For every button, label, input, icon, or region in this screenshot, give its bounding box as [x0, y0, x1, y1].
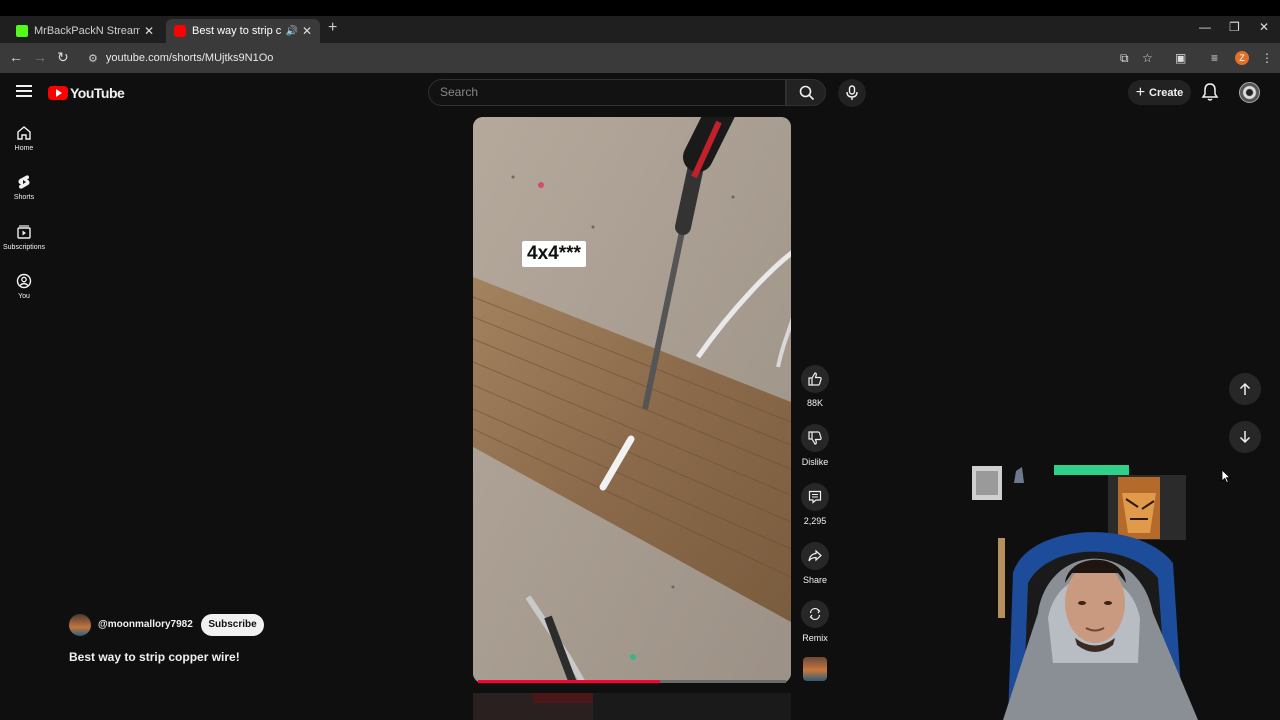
tab-title: MrBackPackN Stream - Watch Live — [34, 25, 140, 37]
close-tab-icon[interactable]: ✕ — [302, 24, 312, 38]
comment-icon — [808, 490, 822, 504]
video-progress-fill — [478, 680, 660, 683]
arrow-down-icon — [1239, 431, 1251, 444]
window-close-icon[interactable]: ✕ — [1259, 20, 1269, 34]
sound-source-thumbnail[interactable] — [803, 657, 827, 681]
site-info-icon[interactable]: ⚙ — [88, 52, 98, 65]
minimize-icon[interactable]: — — [1199, 20, 1211, 34]
youtube-logo[interactable]: YouTube — [48, 85, 125, 101]
create-button[interactable]: + Create — [1128, 80, 1191, 105]
thumbs-down-icon — [808, 431, 822, 445]
arrow-up-icon — [1239, 382, 1251, 395]
tab-youtube-short[interactable]: Best way to strip copper wire! 🔊 ✕ — [166, 19, 320, 43]
dislike-label: Dislike — [801, 457, 829, 467]
video-frame-image — [473, 117, 791, 683]
next-short-preview[interactable] — [473, 693, 791, 720]
search-button[interactable] — [786, 79, 826, 106]
address-bar-row: ← → ↻ ⚙ youtube.com/shorts/MUjtks9N1Oo ⧉… — [0, 43, 1280, 73]
reload-icon[interactable]: ↻ — [57, 49, 69, 66]
next-video-button[interactable] — [1229, 421, 1261, 453]
mouse-cursor-icon — [1221, 469, 1231, 484]
youtube-play-icon — [48, 86, 68, 100]
remix-label: Remix — [802, 633, 828, 643]
voice-search-button[interactable] — [838, 79, 866, 107]
bookmark-star-icon[interactable]: ☆ — [1142, 51, 1153, 65]
screen-top-edge — [0, 0, 1280, 16]
close-tab-icon[interactable]: ✕ — [144, 24, 154, 38]
media-controls-icon[interactable]: ≡ — [1211, 51, 1218, 65]
video-overlay-text: 4x4*** — [522, 241, 586, 267]
plus-icon: + — [1135, 83, 1146, 101]
share-label: Share — [802, 575, 828, 585]
account-avatar[interactable] — [1239, 82, 1260, 103]
browser-menu-icon[interactable]: ⋮ — [1261, 51, 1273, 65]
webcam-image — [968, 463, 1230, 720]
omnibox[interactable]: ⚙ youtube.com/shorts/MUjtks9N1Oo — [80, 46, 1140, 70]
restore-icon[interactable]: ❐ — [1229, 20, 1240, 34]
next-short-frame-image — [473, 693, 791, 720]
sidebar-item-you[interactable]: You — [0, 273, 48, 300]
streamer-webcam-overlay — [968, 463, 1230, 720]
remix-icon — [809, 607, 821, 621]
youtube-favicon-icon — [174, 25, 186, 37]
channel-avatar[interactable] — [69, 614, 91, 636]
speaker-icon[interactable]: 🔊 — [285, 26, 297, 37]
comment-count: 2,295 — [803, 516, 827, 526]
tab-title: Best way to strip copper wire! — [192, 25, 282, 37]
share-button[interactable]: Share — [797, 542, 833, 585]
sidebar-item-label: You — [18, 293, 30, 300]
notifications-bell-icon[interactable] — [1201, 82, 1219, 102]
browser-tab-strip: MrBackPackN Stream - Watch Live ✕ Best w… — [0, 16, 1280, 43]
shorts-icon — [18, 175, 30, 189]
youtube-header: YouTube Search + Create — [0, 73, 1280, 113]
sidebar-item-label: Home — [14, 145, 34, 152]
sidebar-item-label: Subscriptions — [2, 244, 46, 251]
share-icon — [808, 549, 822, 562]
channel-handle[interactable]: @moonmallory7982 — [98, 619, 193, 630]
subscribe-button[interactable]: Subscribe — [201, 614, 264, 636]
comments-button[interactable]: 2,295 — [797, 483, 833, 526]
like-count: 88K — [806, 398, 823, 408]
hamburger-menu-icon[interactable] — [16, 85, 32, 97]
kick-favicon-icon — [16, 25, 28, 37]
you-icon — [16, 273, 32, 289]
sidebar-item-home[interactable]: Home — [0, 125, 48, 152]
microphone-icon — [846, 85, 858, 100]
home-icon — [17, 126, 31, 140]
remix-button[interactable]: Remix — [797, 600, 833, 643]
thumbs-up-icon — [808, 372, 822, 386]
search-icon — [799, 85, 815, 101]
sidebar-item-subscriptions[interactable]: Subscriptions — [0, 224, 48, 251]
profile-avatar[interactable]: Z — [1235, 51, 1249, 65]
extensions-icon[interactable]: ▣ — [1175, 51, 1186, 65]
search-input[interactable]: Search — [428, 79, 786, 106]
previous-video-button[interactable] — [1229, 373, 1261, 405]
forward-icon[interactable]: → — [33, 49, 47, 65]
short-video-player[interactable] — [473, 117, 791, 683]
dislike-button[interactable]: Dislike — [797, 424, 833, 467]
new-tab-button[interactable]: + — [328, 19, 337, 37]
logo-text: YouTube — [70, 85, 125, 101]
back-icon[interactable]: ← — [9, 49, 23, 65]
sidebar-item-shorts[interactable]: Shorts — [0, 174, 48, 201]
sidebar-item-label: Shorts — [13, 194, 35, 201]
subscriptions-icon — [17, 225, 31, 239]
url-text: youtube.com/shorts/MUjtks9N1Oo — [105, 52, 274, 64]
video-title[interactable]: Best way to strip copper wire! — [69, 650, 240, 664]
like-button[interactable]: 88K — [797, 365, 833, 408]
install-app-icon[interactable]: ⧉ — [1120, 51, 1129, 66]
tab-kick-stream[interactable]: MrBackPackN Stream - Watch Live ✕ — [8, 19, 162, 43]
create-label: Create — [1149, 86, 1184, 99]
